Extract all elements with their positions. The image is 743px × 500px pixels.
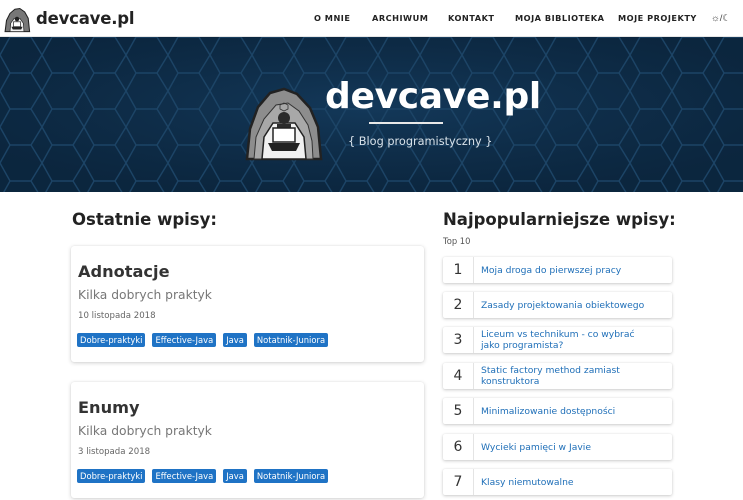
post-title[interactable]: Enumy — [78, 398, 140, 417]
tag-java[interactable]: Java — [223, 469, 247, 483]
list-item[interactable]: 4 Static factory method zamiast konstruk… — [443, 363, 672, 389]
list-item[interactable]: 6 Wycieki pamięci w Javie — [443, 434, 672, 460]
hero-title: devcave.pl — [325, 76, 541, 117]
nav-item-o-mnie[interactable]: O MNIE — [314, 13, 350, 23]
popular-post-link[interactable]: Static factory method zamiast konstrukto… — [474, 365, 624, 387]
hero-banner: devcave.pl { Blog programistyczny } — [0, 37, 743, 192]
hero-divider — [369, 122, 443, 124]
tag-dobre-praktyki[interactable]: Dobre-praktyki — [77, 333, 146, 347]
list-item[interactable]: 5 Minimalizowanie dostępności — [443, 398, 672, 424]
popular-post-link[interactable]: Minimalizowanie dostępności — [474, 406, 615, 417]
top-navbar: devcave.pl O MNIE ARCHIWUM KONTAKT MOJA … — [0, 0, 743, 37]
post-card[interactable]: Adnotacje Kilka dobrych praktyk 10 listo… — [71, 246, 424, 362]
rank-number: 4 — [453, 368, 463, 384]
list-item[interactable]: 7 Klasy niemutowalne — [443, 469, 672, 495]
post-card[interactable]: Enumy Kilka dobrych praktyk 3 listopada … — [71, 382, 424, 498]
post-date: 3 listopada 2018 — [78, 447, 151, 457]
brand-name: devcave.pl — [36, 9, 135, 28]
rank-number: 7 — [453, 474, 463, 490]
popular-post-link[interactable]: Zasady projektowania obiektowego — [474, 300, 644, 311]
post-subtitle: Kilka dobrych praktyk — [78, 288, 212, 302]
rank-number: 3 — [453, 332, 463, 348]
hero-subtitle: { Blog programistyczny } — [348, 135, 493, 148]
nav-item-kontakt[interactable]: KONTAKT — [448, 13, 495, 23]
post-subtitle: Kilka dobrych praktyk — [78, 424, 212, 438]
cave-programmer-logo-icon — [245, 87, 323, 161]
tag-notatnik-juniora[interactable]: Notatnik-Juniora — [253, 469, 329, 483]
rank-number: 1 — [453, 262, 463, 278]
popular-post-link[interactable]: Liceum vs technikum - co wybrać jako pro… — [474, 329, 654, 351]
brand-link[interactable]: devcave.pl — [3, 4, 135, 33]
rank-number: 5 — [453, 403, 463, 419]
popular-post-link[interactable]: Moja droga do pierwszej pracy — [474, 265, 621, 276]
latest-posts-heading: Ostatnie wpisy: — [72, 210, 217, 229]
list-item[interactable]: 2 Zasady projektowania obiektowego — [443, 292, 672, 318]
post-tags: Dobre-praktyki Effective-Java Java Notat… — [77, 469, 329, 483]
post-tags: Dobre-praktyki Effective-Java Java Notat… — [77, 333, 329, 347]
top-10-label: Top 10 — [443, 236, 471, 246]
rank-number: 6 — [453, 439, 463, 455]
list-item[interactable]: 1 Moja droga do pierwszej pracy — [443, 257, 672, 283]
popular-post-link[interactable]: Wycieki pamięci w Javie — [474, 442, 591, 453]
post-date: 10 listopada 2018 — [78, 311, 156, 321]
theme-toggle-button[interactable]: ☼/☾ — [711, 12, 735, 24]
nav-item-moje-projekty[interactable]: MOJE PROJEKTY — [618, 13, 697, 23]
tag-java[interactable]: Java — [223, 333, 247, 347]
devcave-logo-icon — [4, 7, 31, 32]
list-item[interactable]: 3 Liceum vs technikum - co wybrać jako p… — [443, 327, 672, 353]
tag-notatnik-juniora[interactable]: Notatnik-Juniora — [253, 333, 329, 347]
nav-item-moja-biblioteka[interactable]: MOJA BIBLIOTEKA — [515, 13, 604, 23]
tag-effective-java[interactable]: Effective-Java — [152, 333, 217, 347]
popular-post-link[interactable]: Klasy niemutowalne — [474, 477, 574, 488]
post-title[interactable]: Adnotacje — [78, 262, 170, 281]
nav-item-archiwum[interactable]: ARCHIWUM — [372, 13, 428, 23]
tag-effective-java[interactable]: Effective-Java — [152, 469, 217, 483]
tag-dobre-praktyki[interactable]: Dobre-praktyki — [77, 469, 146, 483]
popular-posts-heading: Najpopularniejsze wpisy: — [443, 210, 676, 229]
rank-number: 2 — [453, 297, 463, 313]
